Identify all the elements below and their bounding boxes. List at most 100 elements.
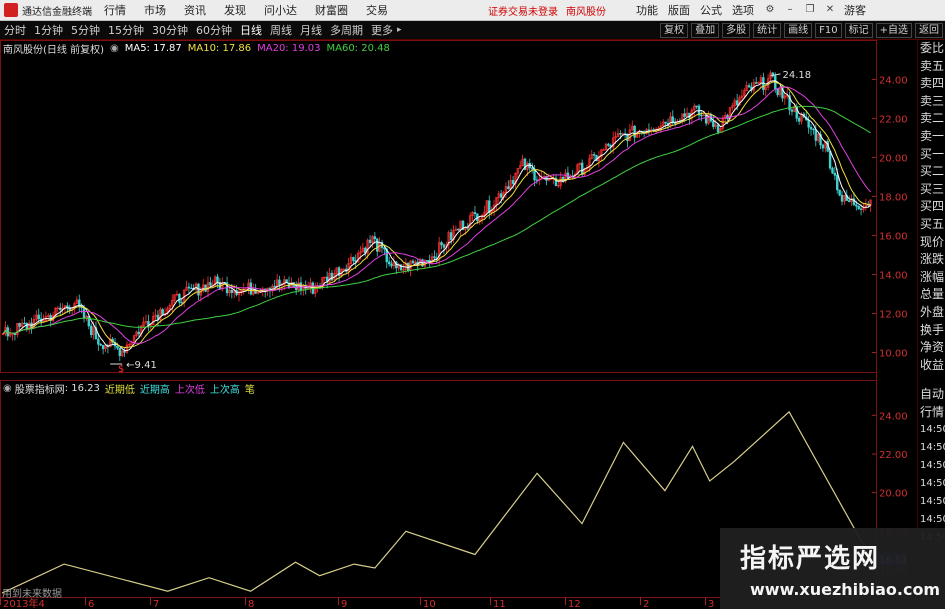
candle-body [507, 186, 510, 190]
tick-list-item-1[interactable]: 行情 [918, 403, 945, 421]
candle-body [457, 228, 460, 231]
main-ytick-label: 18.00 [879, 192, 908, 203]
indicator-label-last-high: 上次高 [209, 385, 240, 396]
quote-field-1[interactable]: 卖五 [918, 58, 945, 76]
ind-ytick-label: 24.00 [879, 411, 908, 422]
quote-field-14[interactable]: 总量 [918, 286, 945, 304]
candle-body [87, 316, 91, 327]
quote-field-18[interactable]: 收益 [918, 357, 945, 375]
main-ytick-label: 12.00 [879, 309, 908, 320]
ind-ytick-label: 20.00 [879, 489, 908, 500]
main-ytick-label: 22.00 [879, 114, 908, 125]
chart-canvas[interactable]: 24.00 22.00 20.00 18.00 16.00 14.00 12.00 10.00… [0, 0, 917, 609]
xaxis-label: 12 [568, 599, 581, 609]
candle-body [352, 257, 355, 261]
candle-body [592, 154, 596, 156]
quote-field-8[interactable]: 买三 [918, 181, 945, 199]
candle-body [376, 238, 379, 252]
candle-body [97, 338, 100, 345]
candle-body [833, 172, 837, 176]
xaxis-label: 8 [248, 599, 254, 609]
candle-body [66, 305, 69, 308]
candle-body [373, 236, 377, 240]
candle-body [426, 260, 429, 262]
candle-body [244, 288, 248, 291]
candle-body [99, 343, 102, 346]
chart-info-line: 南风股份(日线 前复权) ◉ MA5: 17.87 MA10: 17.86 MA… [0, 40, 396, 56]
candle-body [18, 323, 21, 327]
candle-body [449, 232, 453, 240]
candle-body [797, 118, 801, 122]
quote-field-3[interactable]: 卖三 [918, 93, 945, 111]
candle-body [807, 119, 810, 128]
xaxis-label: 2 [643, 599, 649, 609]
quote-field-5[interactable]: 卖一 [918, 128, 945, 146]
quote-field-15[interactable]: 外盘 [918, 304, 945, 322]
future-data-note: 用到未来数据 [2, 589, 62, 600]
watermark-overlay: 指标严选网 www.xuezhibiao.com [720, 528, 945, 609]
xaxis-label: 7 [153, 599, 159, 609]
dividend-marker: $ [118, 364, 124, 375]
quote-field-10[interactable]: 买五 [918, 216, 945, 234]
quote-field-13[interactable]: 涨幅 [918, 269, 945, 287]
candle-body [37, 314, 40, 320]
candle-body [330, 272, 334, 281]
candle-body [442, 244, 446, 248]
quote-side-panel: 委比 卖五 卖四 卖三 卖二 卖一 买一 买二 买三 买四 买五 现价 涨跌 涨幅 总量 外盘 换手 净资 收益 自… [917, 40, 945, 609]
candle-body [664, 121, 667, 124]
app-window: 通达信金融终端 行情 市场 资讯 发现 问小达 财富圈 交易 证券交易未登录 南… [0, 0, 945, 609]
indicator-label-recent-low: 近期低 [104, 385, 135, 396]
quote-field-12[interactable]: 涨跌 [918, 251, 945, 269]
ma-settings-icon[interactable]: ◉ [110, 43, 119, 54]
candle-body [838, 189, 841, 196]
indicator-settings-icon[interactable]: ◉ [3, 383, 12, 394]
main-ytick-label: 10.00 [879, 348, 908, 359]
high-price-label: 24.18 [783, 70, 812, 81]
tick-list-item-3: 14:50 [920, 442, 945, 453]
ma10-label: MA10: 17.86 [187, 42, 252, 54]
quote-field-11[interactable]: 现价 [918, 234, 945, 252]
candle-body [387, 261, 391, 265]
xaxis-label: 11 [493, 599, 506, 609]
candle-body [607, 143, 610, 146]
candle-body [116, 345, 119, 349]
candle-body [499, 193, 503, 198]
quote-field-9[interactable]: 买四 [918, 198, 945, 216]
candle-body [859, 208, 863, 210]
candle-body [278, 279, 281, 286]
quote-field-6[interactable]: 买一 [918, 146, 945, 164]
indicator-name[interactable]: 股票指标网 [15, 381, 65, 396]
indicator-value: : 16.23 [64, 383, 100, 394]
candle-body [855, 204, 858, 207]
candle-body [342, 268, 346, 271]
quote-field-16[interactable]: 换手 [918, 322, 945, 340]
indicator-label-last-low: 上次低 [174, 385, 205, 396]
candle-body [473, 212, 477, 214]
main-ytick-label: 14.00 [879, 270, 908, 281]
back-button[interactable]: 返回 [915, 22, 943, 38]
candle-body [695, 105, 698, 108]
candle-body [704, 114, 708, 124]
candle-body [828, 150, 832, 169]
candle-body [511, 180, 515, 184]
tick-list-item-5: 14:50 [920, 478, 945, 489]
ma5-line [2, 80, 871, 352]
xaxis-label: 9 [341, 599, 347, 609]
tick-list-item-0[interactable]: 自动 [918, 385, 945, 403]
quote-field-17[interactable]: 净资 [918, 339, 945, 357]
candle-body [440, 242, 443, 246]
main-ytick-label: 24.00 [879, 75, 908, 86]
candles-group [1, 70, 872, 361]
candle-body [840, 194, 844, 202]
quote-field-7[interactable]: 买二 [918, 163, 945, 181]
candle-body [178, 293, 181, 303]
ma10-line [2, 81, 871, 349]
quote-field-0[interactable]: 委比 [918, 40, 945, 58]
main-ytick-label: 16.00 [879, 231, 908, 242]
watermark-title: 指标严选网 [740, 544, 881, 574]
quote-field-2[interactable]: 卖四 [918, 75, 945, 93]
candle-body [821, 144, 825, 149]
candle-body [190, 287, 193, 290]
quote-field-4[interactable]: 卖二 [918, 110, 945, 128]
candle-body [809, 126, 813, 130]
